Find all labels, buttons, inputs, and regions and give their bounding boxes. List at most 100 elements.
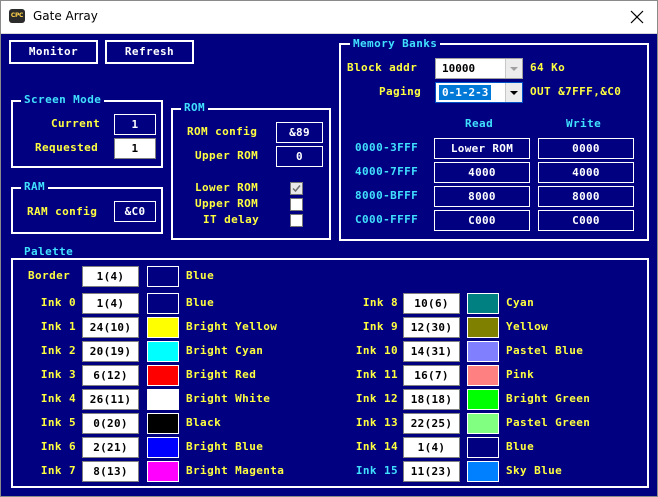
paging-label: Paging	[379, 85, 422, 98]
ink-value-input[interactable]: 22(25)	[403, 413, 460, 434]
ink-color-swatch[interactable]	[467, 293, 499, 314]
ink-label: Ink 1	[40, 320, 76, 333]
ink-color-swatch[interactable]	[147, 293, 179, 314]
bank-write-field: C000	[538, 210, 634, 231]
ink-color-name: Black	[186, 416, 222, 429]
ink-color-name: Yellow	[506, 320, 549, 333]
requested-mode-input[interactable]: 1	[114, 138, 156, 159]
paging-value: 0-1-2-3	[439, 85, 492, 100]
ink-color-swatch[interactable]	[147, 365, 179, 386]
it-delay-checkbox[interactable]	[290, 214, 303, 227]
ink-color-name: Blue	[506, 440, 535, 453]
dropdown-arrow	[505, 59, 522, 78]
upper-rom-checkbox[interactable]	[290, 198, 303, 211]
ink-value-input[interactable]: 8(13)	[82, 461, 139, 482]
chevron-down-icon	[510, 91, 518, 95]
block-addr-unit: 64 Ko	[530, 61, 566, 74]
bank-range: 4000-7FFF	[355, 165, 419, 178]
palette-legend: Palette	[21, 245, 77, 258]
ink-color-name: Pastel Blue	[506, 344, 584, 357]
bank-range: 0000-3FFF	[355, 141, 419, 154]
ink-color-swatch[interactable]	[147, 341, 179, 362]
refresh-button[interactable]: Refresh	[105, 40, 194, 64]
bank-write-field: 0000	[538, 138, 634, 159]
ink-color-swatch[interactable]	[467, 341, 499, 362]
ink-color-name: Bright Magenta	[186, 464, 285, 477]
lower-rom-checkbox[interactable]	[290, 182, 303, 195]
current-mode-label: Current	[51, 117, 101, 130]
ink-color-name: Bright White	[186, 392, 271, 405]
ink-color-swatch[interactable]	[147, 389, 179, 410]
ink-color-name: Sky Blue	[506, 464, 563, 477]
ink-value-input[interactable]: 20(19)	[82, 341, 139, 362]
ink-color-name: Bright Green	[506, 392, 591, 405]
ink-color-swatch[interactable]	[467, 461, 499, 482]
close-button[interactable]	[617, 1, 657, 33]
ink-value-input[interactable]: 1(4)	[403, 437, 460, 458]
ink-color-name: Bright Cyan	[186, 344, 264, 357]
ink-value-input[interactable]: 12(30)	[403, 317, 460, 338]
ink-value-input[interactable]: 0(20)	[82, 413, 139, 434]
title-bar: CPC Gate Array	[1, 1, 657, 34]
ink-label: Ink 10	[355, 344, 398, 357]
ink-color-swatch[interactable]	[467, 413, 499, 434]
client-area: Monitor Refresh Screen Mode Current 1 Re…	[1, 34, 657, 496]
block-addr-value: 10000	[442, 62, 476, 75]
ink-value-input[interactable]: 6(12)	[82, 365, 139, 386]
ink-label: Ink 3	[40, 368, 76, 381]
ink-value-input[interactable]: 24(10)	[82, 317, 139, 338]
checkmark-icon	[292, 185, 301, 193]
ink-label: Ink 7	[40, 464, 76, 477]
ink-color-swatch[interactable]	[467, 437, 499, 458]
dropdown-arrow	[505, 83, 522, 102]
block-addr-label: Block addr	[347, 61, 418, 74]
ink-label: Ink 15	[355, 464, 398, 477]
rom-config-field: &89	[276, 122, 323, 143]
ink-color-swatch[interactable]	[147, 413, 179, 434]
ink-color-swatch[interactable]	[147, 437, 179, 458]
ink-color-name: Bright Yellow	[186, 320, 278, 333]
ink-label: Ink 2	[40, 344, 76, 357]
border-color-name: Blue	[186, 269, 215, 282]
ink-color-swatch[interactable]	[147, 461, 179, 482]
ink-color-swatch[interactable]	[467, 317, 499, 338]
ink-value-input[interactable]: 16(7)	[403, 365, 460, 386]
paging-select[interactable]: 0-1-2-3	[435, 82, 523, 103]
ink-label: Ink 6	[40, 440, 76, 453]
bank-range: 8000-BFFF	[355, 189, 419, 202]
ink-color-name: Pink	[506, 368, 535, 381]
ink-value-input[interactable]: 11(23)	[403, 461, 460, 482]
ink-value-input[interactable]: 10(6)	[403, 293, 460, 314]
ink-value-input[interactable]: 2(21)	[82, 437, 139, 458]
ram-config-label: RAM config	[27, 205, 98, 218]
bank-range: C000-FFFF	[355, 213, 419, 226]
monitor-button[interactable]: Monitor	[9, 40, 98, 64]
bank-write-field: 8000	[538, 186, 634, 207]
ink-label: Ink 4	[40, 392, 76, 405]
ram-config-field: &C0	[114, 201, 156, 222]
ink-color-swatch[interactable]	[467, 365, 499, 386]
window-title: Gate Array	[33, 9, 98, 23]
memory-banks-legend: Memory Banks	[350, 37, 441, 50]
lower-rom-label: Lower ROM	[195, 181, 259, 194]
ink-color-swatch[interactable]	[467, 389, 499, 410]
bank-read-field: 8000	[434, 186, 530, 207]
close-icon	[630, 10, 644, 24]
read-header: Read	[465, 117, 494, 130]
ink-value-input[interactable]: 18(18)	[403, 389, 460, 410]
border-color-swatch[interactable]	[147, 266, 179, 287]
it-delay-label: IT delay	[203, 213, 260, 226]
ink-value-input[interactable]: 1(4)	[82, 293, 139, 314]
ink-value-input[interactable]: 14(31)	[403, 341, 460, 362]
block-addr-select[interactable]: 10000	[435, 58, 523, 79]
bank-write-field: 4000	[538, 162, 634, 183]
ink-label: Ink 11	[355, 368, 398, 381]
ink-color-swatch[interactable]	[147, 317, 179, 338]
ink-label: Ink 0	[40, 296, 76, 309]
gate-array-window: CPC Gate Array Monitor Refresh Screen Mo…	[0, 0, 658, 497]
ink-color-name: Bright Red	[186, 368, 257, 381]
border-value-input[interactable]: 1(4)	[82, 266, 139, 287]
chevron-down-icon	[510, 67, 518, 71]
ink-value-input[interactable]: 26(11)	[82, 389, 139, 410]
bank-read-field: Lower ROM	[434, 138, 530, 159]
